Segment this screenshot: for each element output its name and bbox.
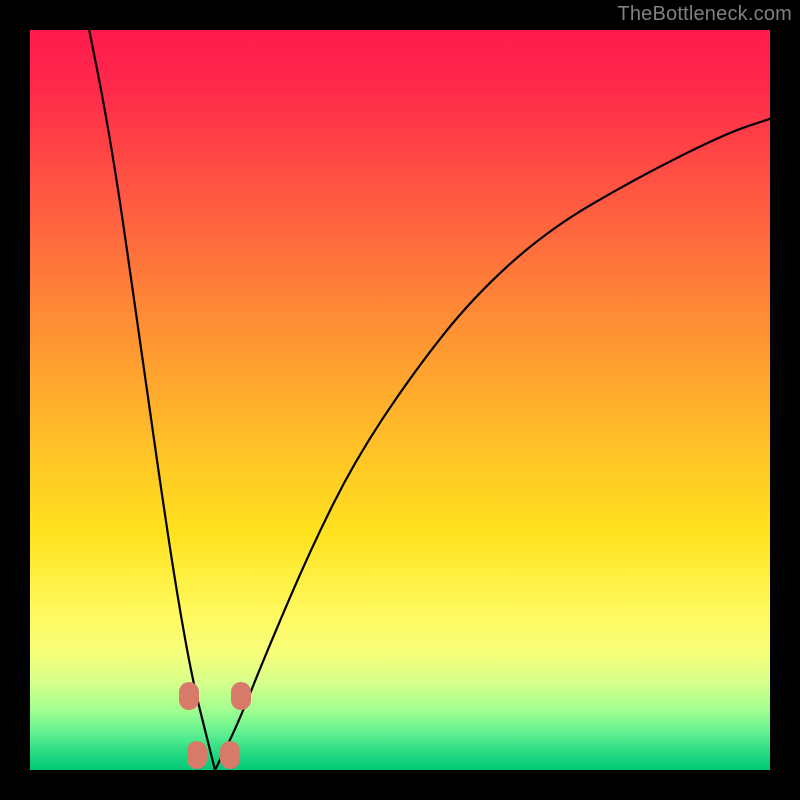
plot-area xyxy=(30,30,770,770)
watermark-text: TheBottleneck.com xyxy=(617,3,792,26)
data-marker xyxy=(179,682,199,710)
chart-frame: TheBottleneck.com xyxy=(0,0,800,800)
data-marker xyxy=(220,741,240,769)
data-marker xyxy=(231,682,251,710)
data-marker xyxy=(187,741,207,769)
bottleneck-curve xyxy=(30,30,770,770)
